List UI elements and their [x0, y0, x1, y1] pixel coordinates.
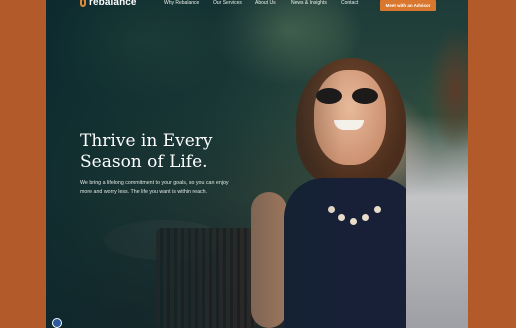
- browser-viewport: rebalance Why Rebalance Our Services Abo…: [46, 0, 468, 328]
- nav-news-insights[interactable]: News & Insights: [291, 0, 327, 6]
- meet-advisor-button[interactable]: Meet with an Advisor: [380, 0, 436, 11]
- rebalance-logo-icon: [80, 0, 86, 7]
- hero-title-line-2: Season of Life.: [80, 152, 208, 172]
- hero-title: Thrive in Every Season of Life.: [80, 131, 250, 173]
- brand-logo[interactable]: rebalance: [80, 0, 137, 8]
- nav-our-services[interactable]: Our Services: [213, 0, 242, 6]
- chat-bubble-icon[interactable]: [52, 318, 62, 328]
- hero-description: We bring a lifelong commitment to your g…: [80, 180, 229, 195]
- nav-why-rebalance[interactable]: Why Rebalance: [164, 0, 199, 6]
- hero-title-line-1: Thrive in Every: [80, 131, 213, 151]
- nav-about-us[interactable]: About Us: [255, 0, 276, 6]
- brand-name: rebalance: [89, 0, 137, 8]
- nav-contact[interactable]: Contact: [341, 0, 358, 6]
- top-navigation: rebalance Why Rebalance Our Services Abo…: [46, 0, 468, 12]
